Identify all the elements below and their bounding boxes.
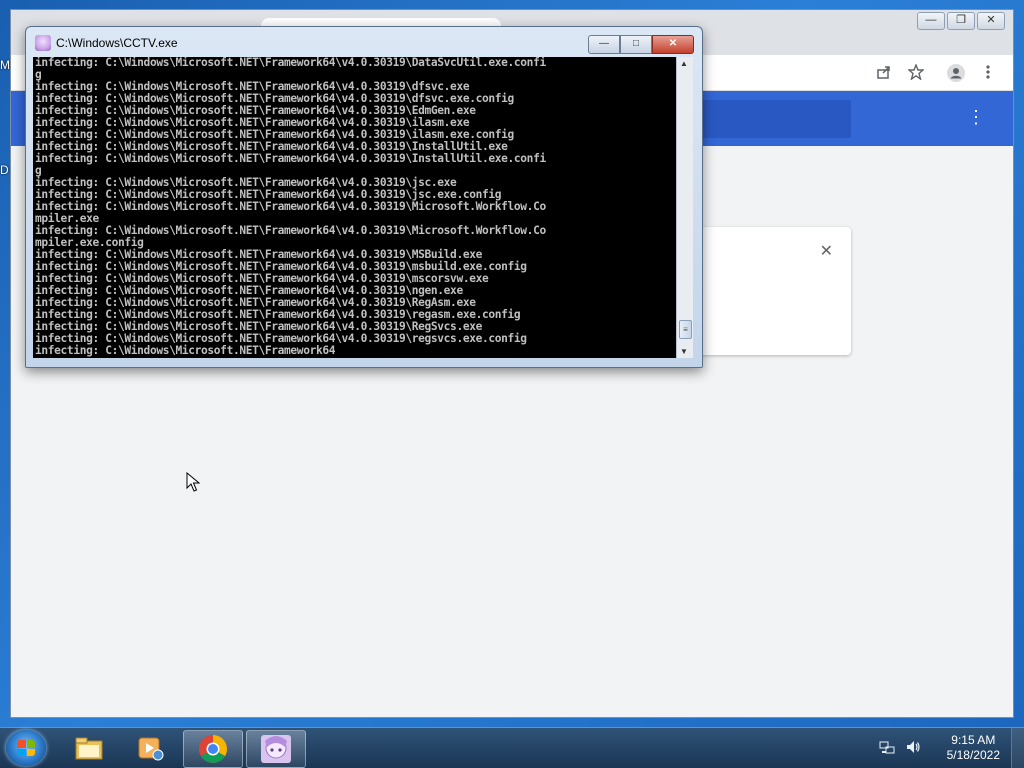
mouse-cursor	[186, 472, 200, 492]
console-line: infecting: C:\Windows\Microsoft.NET\Fram…	[35, 152, 546, 165]
close-button[interactable]: ✕	[652, 35, 694, 54]
minimize-button[interactable]: —	[588, 35, 620, 54]
system-tray: 9:15 AM 5/18/2022	[879, 728, 1012, 768]
cctv-taskbar-button[interactable]	[246, 730, 306, 768]
media-player-icon[interactable]	[121, 730, 179, 766]
star-icon[interactable]	[907, 63, 925, 82]
network-icon[interactable]	[879, 739, 895, 758]
scroll-up-arrow[interactable]: ▲	[680, 59, 688, 68]
console-line: infecting: C:\Windows\Microsoft.NET\Fram…	[35, 200, 546, 213]
window-controls: — □ ✕	[588, 35, 694, 54]
chrome-icon	[199, 735, 227, 763]
dialog-card: ✕	[696, 227, 851, 355]
chrome-window-controls: — ❐ ✕	[917, 12, 1005, 30]
volume-icon[interactable]	[905, 739, 921, 758]
more-vert-icon[interactable]: ⋮	[967, 108, 985, 126]
console-output: infecting: C:\Windows\Microsoft.NET\Fram…	[33, 57, 693, 358]
scroll-down-arrow[interactable]: ▼	[680, 347, 688, 356]
app-icon	[35, 35, 51, 51]
taskbar: 9:15 AM 5/18/2022	[0, 727, 1024, 768]
start-button[interactable]	[6, 730, 46, 766]
maximize-button[interactable]: □	[620, 35, 652, 54]
clock[interactable]: 9:15 AM 5/18/2022	[947, 733, 1000, 763]
maximize-button[interactable]: ❐	[947, 12, 975, 30]
file-explorer-icon[interactable]	[60, 730, 118, 766]
window-title: C:\Windows\CCTV.exe	[56, 36, 178, 50]
console-line: infecting: C:\Windows\Microsoft.NET\Fram…	[35, 57, 546, 69]
chrome-taskbar-button[interactable]	[183, 730, 243, 768]
scrollbar[interactable]: ▲ ≡ ▼	[676, 57, 693, 358]
console-text: infecting: C:\Windows\Microsoft.NET\Fram…	[35, 57, 675, 357]
close-icon[interactable]: ✕	[820, 241, 833, 261]
clock-time: 9:15 AM	[951, 733, 996, 747]
share-icon[interactable]	[875, 64, 893, 82]
profile-icon[interactable]	[947, 64, 965, 82]
cctv-app-icon	[261, 735, 291, 763]
show-desktop-button[interactable]	[1011, 728, 1024, 768]
kebab-menu-icon[interactable]	[979, 64, 997, 82]
app-search-box[interactable]	[701, 100, 851, 138]
clock-date: 5/18/2022	[946, 748, 1000, 762]
windows-logo-icon	[17, 740, 35, 756]
minimize-button[interactable]: —	[917, 12, 945, 30]
scrollbar-thumb[interactable]: ≡	[679, 320, 692, 339]
close-button[interactable]: ✕	[977, 12, 1005, 30]
console-line: infecting: C:\Windows\Microsoft.NET\Fram…	[35, 344, 336, 357]
console-window: C:\Windows\CCTV.exe — □ ✕ infecting: C:\…	[25, 26, 703, 368]
